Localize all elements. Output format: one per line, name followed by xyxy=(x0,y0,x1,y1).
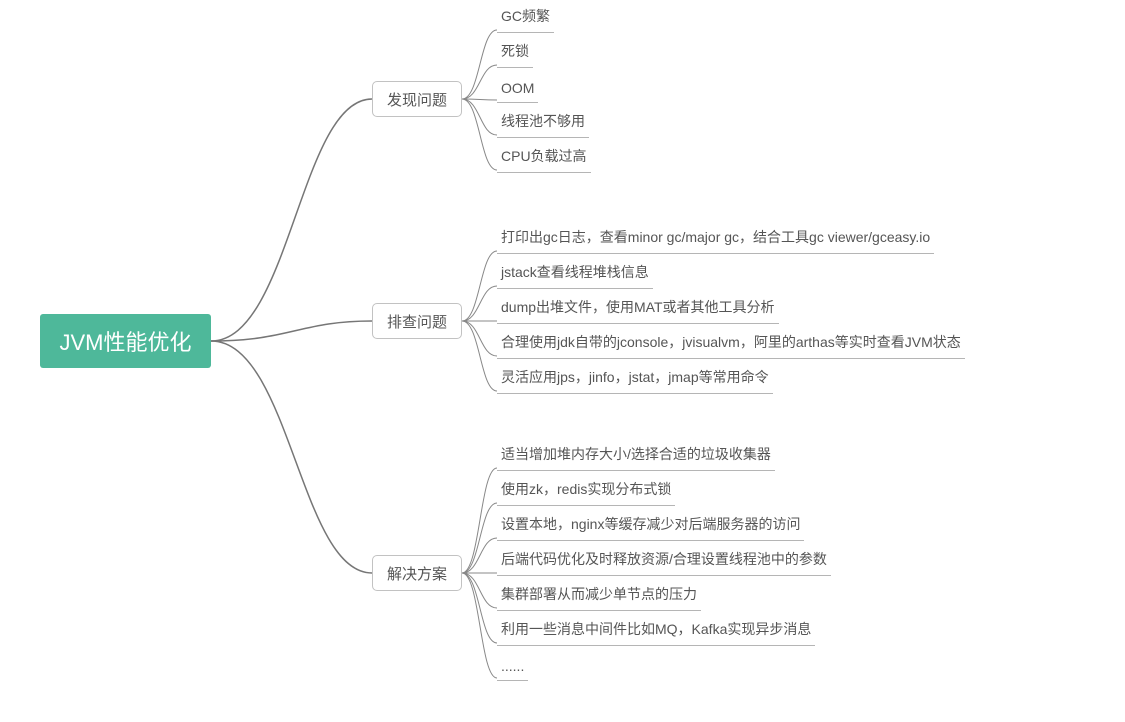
leaf-text: 灵活应用jps，jinfo，jstat，jmap等常用命令 xyxy=(501,367,769,387)
leaf-text: 合理使用jdk自带的jconsole，jvisualvm，阿里的arthas等实… xyxy=(501,332,961,352)
leaf-text: 打印出gc日志，查看minor gc/major gc，结合工具gc viewe… xyxy=(501,227,930,247)
leaf-text: 设置本地，nginx等缓存减少对后端服务器的访问 xyxy=(501,514,800,534)
leaf-text: CPU负载过高 xyxy=(501,146,587,166)
leaf-node[interactable]: 设置本地，nginx等缓存减少对后端服务器的访问 xyxy=(497,516,804,541)
leaf-node[interactable]: 集群部署从而减少单节点的压力 xyxy=(497,586,701,611)
leaf-node[interactable]: CPU负载过高 xyxy=(497,148,591,173)
branch-node-investigate[interactable]: 排查问题 xyxy=(372,303,462,339)
leaf-node[interactable]: dump出堆文件，使用MAT或者其他工具分析 xyxy=(497,299,779,324)
leaf-node[interactable]: 使用zk，redis实现分布式锁 xyxy=(497,481,675,506)
leaf-text: 后端代码优化及时释放资源/合理设置线程池中的参数 xyxy=(501,549,827,569)
leaf-node[interactable]: OOM xyxy=(497,78,538,103)
branch-label: 排查问题 xyxy=(387,311,447,332)
leaf-text: dump出堆文件，使用MAT或者其他工具分析 xyxy=(501,297,775,317)
leaf-text: ...... xyxy=(501,658,524,674)
leaf-text: GC频繁 xyxy=(501,6,550,26)
leaf-text: 线程池不够用 xyxy=(501,111,585,131)
leaf-node[interactable]: GC频繁 xyxy=(497,8,554,33)
branch-node-discover[interactable]: 发现问题 xyxy=(372,81,462,117)
leaf-node[interactable]: 后端代码优化及时释放资源/合理设置线程池中的参数 xyxy=(497,551,831,576)
branch-label: 发现问题 xyxy=(387,89,447,110)
leaf-node[interactable]: 死锁 xyxy=(497,43,533,68)
leaf-node[interactable]: 灵活应用jps，jinfo，jstat，jmap等常用命令 xyxy=(497,369,773,394)
branch-node-solve[interactable]: 解决方案 xyxy=(372,555,462,591)
branch-label: 解决方案 xyxy=(387,563,447,584)
leaf-text: 适当增加堆内存大小/选择合适的垃圾收集器 xyxy=(501,444,771,464)
leaf-text: OOM xyxy=(501,80,534,96)
leaf-node[interactable]: 线程池不够用 xyxy=(497,113,589,138)
leaf-text: 死锁 xyxy=(501,41,529,61)
leaf-text: 使用zk，redis实现分布式锁 xyxy=(501,479,671,499)
root-node[interactable]: JVM性能优化 xyxy=(40,314,211,368)
leaf-node[interactable]: ...... xyxy=(497,656,528,681)
leaf-node[interactable]: 适当增加堆内存大小/选择合适的垃圾收集器 xyxy=(497,446,775,471)
leaf-node[interactable]: 利用一些消息中间件比如MQ，Kafka实现异步消息 xyxy=(497,621,815,646)
mindmap-canvas: JVM性能优化 发现问题 GC频繁 死锁 OOM 线程池不够用 CPU负载过高 … xyxy=(0,0,1125,722)
root-label: JVM性能优化 xyxy=(59,325,191,357)
leaf-node[interactable]: jstack查看线程堆栈信息 xyxy=(497,264,653,289)
leaf-text: 利用一些消息中间件比如MQ，Kafka实现异步消息 xyxy=(501,619,811,639)
leaf-node[interactable]: 合理使用jdk自带的jconsole，jvisualvm，阿里的arthas等实… xyxy=(497,334,965,359)
leaf-node[interactable]: 打印出gc日志，查看minor gc/major gc，结合工具gc viewe… xyxy=(497,229,934,254)
leaf-text: jstack查看线程堆栈信息 xyxy=(501,262,649,282)
leaf-text: 集群部署从而减少单节点的压力 xyxy=(501,584,697,604)
